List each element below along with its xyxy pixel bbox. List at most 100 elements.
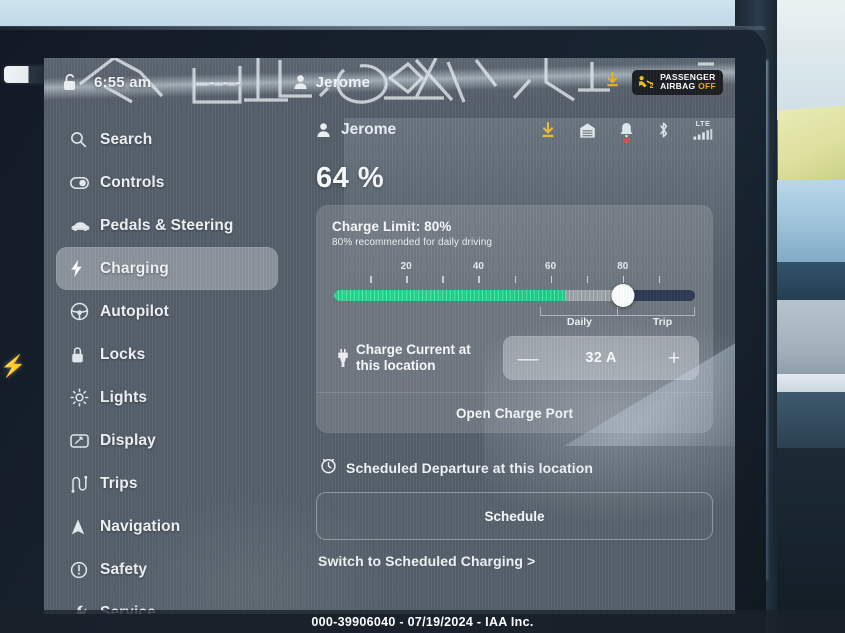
bracket-divider [617, 307, 619, 316]
profile-chip[interactable]: Jerome [316, 121, 396, 139]
screenshot-root: ⚡ 6:55 am - - - Jerome 2 PASSENGER AIRBA… [0, 0, 845, 633]
search-icon [70, 131, 100, 148]
scheduled-departure-row: Scheduled Departure at this location [320, 457, 713, 479]
sidebar-item-locks[interactable]: Locks [56, 333, 278, 376]
sidebar-item-search[interactable]: Search [56, 118, 278, 161]
slider-tick [586, 276, 589, 283]
settings-sidebar: Search Controls Pedals & Steering Chargi… [44, 110, 290, 614]
switch-to-scheduled-charging-link[interactable]: Switch to Scheduled Charging > [318, 553, 713, 569]
clock-icon [320, 457, 337, 479]
sidebar-item-charging[interactable]: Charging [56, 247, 278, 290]
bezel-charging-bolt-icon: ⚡ [0, 355, 27, 378]
sidebar-label: Pedals & Steering [100, 216, 234, 234]
touchscreen: 6:55 am - - - Jerome 2 PASSENGER AIRBAG … [44, 58, 735, 614]
bluetooth-icon[interactable] [657, 121, 670, 139]
status-dots: - - - [209, 73, 243, 91]
slider-zone-label: Trip [652, 316, 673, 328]
sidebar-item-autopilot[interactable]: Autopilot [56, 290, 278, 333]
airbag-state: OFF [698, 81, 716, 91]
lte-signal-icon[interactable]: LTE [693, 120, 713, 140]
bolt-icon [70, 259, 100, 278]
charge-limit-slider[interactable]: 20 40 60 80 Daily Trip [334, 260, 695, 328]
charge-current-label-line1: Charge Current at [356, 342, 471, 357]
slider-zone-label: Daily [566, 316, 593, 328]
charge-plug-icon [330, 348, 356, 368]
charge-current-label: Charge Current at this location [356, 342, 471, 374]
slider-tick-label: 40 [472, 261, 484, 272]
watermark: 000-39906040 - 07/19/2024 - IAA Inc. [0, 610, 845, 633]
slider-tick [622, 276, 625, 283]
notification-badge [623, 137, 630, 143]
window-band-middle [770, 300, 845, 378]
slider-ticks: 20 40 60 80 [334, 261, 695, 284]
sidebar-item-pedals-and-steering[interactable]: Pedals & Steering [56, 204, 278, 247]
notification-bell-icon[interactable] [619, 122, 634, 143]
passenger-airbag-icon: 2 [637, 75, 655, 89]
charge-limit-section: Charge Limit: 80% 80% recommended for da… [316, 205, 713, 328]
sidebar-label: Lights [100, 388, 148, 406]
sidebar-label: Controls [100, 173, 165, 191]
slider-tick [658, 276, 661, 283]
battery-percentage: 64 % [316, 162, 385, 194]
toggle-icon [70, 176, 100, 189]
open-charge-port-button[interactable]: Open Charge Port [316, 393, 713, 433]
sidebar-label: Safety [100, 560, 148, 578]
sidebar-label: Charging [100, 259, 169, 277]
schedule-button[interactable]: Schedule [316, 492, 713, 540]
scheduled-departure-heading: Scheduled Departure at this location [346, 460, 594, 476]
charge-current-value: 32 A [585, 350, 617, 366]
sidebar-item-lights[interactable]: Lights [56, 376, 278, 419]
passenger-airbag-indicator: 2 PASSENGER AIRBAG OFF [632, 69, 723, 95]
sidebar-item-navigation[interactable]: Navigation [56, 505, 278, 548]
person-icon [317, 123, 330, 137]
slider-tick [406, 276, 408, 283]
person-icon [294, 75, 307, 89]
decrement-button[interactable]: — [517, 348, 539, 369]
driver-profile[interactable]: Jerome [293, 74, 371, 91]
charge-current-stepper[interactable]: — 32 A + [503, 336, 699, 380]
slider-knob[interactable] [611, 284, 635, 307]
slider-tick [550, 276, 553, 283]
airbag-line2: AIRBAG [660, 81, 696, 91]
car-icon [70, 220, 100, 232]
steering-wheel-icon [70, 302, 100, 321]
slider-tick [478, 276, 480, 283]
sidebar-item-controls[interactable]: Controls [56, 161, 278, 204]
trips-icon [70, 475, 100, 493]
slider-tick-label: 80 [617, 261, 629, 272]
slider-tick [442, 276, 444, 283]
status-icon-row: LTE [540, 120, 713, 143]
charge-current-row: Charge Current at this location — 32 A + [316, 326, 713, 392]
slider-tick-label: 60 [545, 261, 557, 272]
charge-card: Charge Limit: 80% 80% recommended for da… [316, 205, 713, 433]
window-band-lower [770, 392, 845, 452]
sidebar-label: Display [100, 431, 156, 449]
tablet-top-edge [0, 26, 766, 30]
slider-tick-label: 20 [400, 261, 412, 272]
driver-name: Jerome [315, 73, 371, 91]
slider-zone-labels: Daily Trip [334, 316, 695, 330]
sidebar-item-trips[interactable]: Trips [56, 462, 278, 505]
increment-button[interactable]: + [663, 348, 685, 369]
sidebar-label: Navigation [100, 517, 181, 535]
passenger-airbag-text: PASSENGER AIRBAG OFF [660, 72, 716, 92]
sidebar-label: Search [100, 130, 153, 148]
sidebar-item-safety[interactable]: Safety [56, 548, 278, 591]
charge-limit-title: Charge Limit: 80% [332, 219, 452, 234]
slider-tick [514, 276, 516, 283]
sidebar-label: Autopilot [100, 302, 169, 320]
svg-text:2: 2 [650, 83, 654, 89]
software-update-icon[interactable] [605, 72, 620, 92]
window-glass [770, 180, 845, 270]
sidebar-item-display[interactable]: Display [56, 419, 278, 462]
charge-limit-subtitle: 80% recommended for daily driving [332, 237, 493, 248]
window-foliage [778, 105, 845, 189]
garage-door-icon[interactable] [579, 122, 596, 139]
alert-circle-icon [70, 561, 100, 579]
sun-icon [70, 388, 100, 407]
sidebar-label: Trips [100, 474, 138, 492]
slider-track[interactable] [334, 290, 695, 301]
software-update-icon[interactable] [540, 121, 556, 139]
unlock-icon[interactable] [56, 73, 82, 91]
slider-tick [370, 276, 372, 283]
